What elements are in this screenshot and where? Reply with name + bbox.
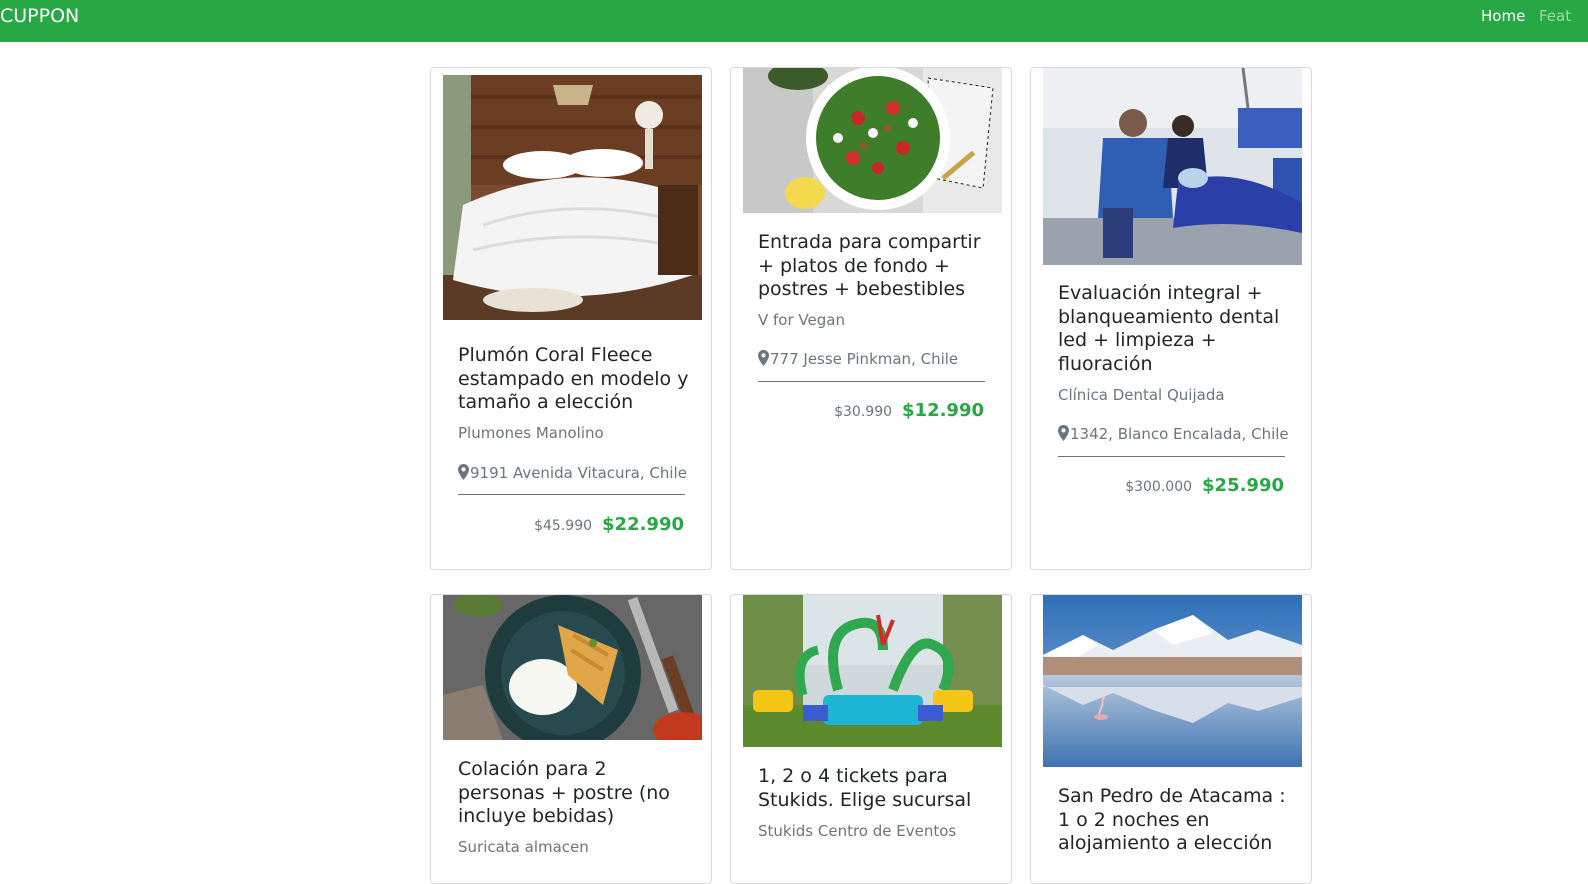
brand-logo[interactable]: CUPPON [0,4,79,28]
deal-title[interactable]: San Pedro de Atacama : 1 o 2 noches en a… [1058,785,1290,856]
price-row: $30.990 $12.990 [834,400,984,421]
deal-merchant: Plumones Manolino [458,424,604,442]
deal-location-text: 777 Jesse Pinkman, Chile [770,350,959,368]
deal-image-atacama[interactable] [1043,595,1302,767]
deal-price: $22.990 [602,514,684,535]
deal-location: 777 Jesse Pinkman, Chile [758,349,958,369]
deal-image-bed[interactable] [443,75,702,320]
deal-title[interactable]: Evaluación integral + blanqueamiento den… [1058,282,1290,376]
deal-location-text: 1342, Blanco Encalada, Chile [1070,425,1289,443]
deal-image-salad[interactable] [743,68,1002,213]
deal-image-dental[interactable] [1043,68,1302,265]
deal-title[interactable]: Plumón Coral Fleece estampado en modelo … [458,344,690,415]
nav-link-features[interactable]: Feat [1539,6,1571,26]
deal-card[interactable]: 1, 2 o 4 tickets para Stukids. Elige suc… [730,594,1012,884]
deal-title[interactable]: Entrada para compartir + platos de fondo… [758,231,990,302]
original-price: $300.000 [1125,479,1193,495]
original-price: $45.990 [534,518,593,534]
map-pin-icon [1058,425,1069,441]
price-row: $300.000 $25.990 [1125,475,1284,496]
deal-merchant: Clínica Dental Quijada [1058,386,1225,404]
deal-price: $12.990 [902,400,984,421]
deal-location: 1342, Blanco Encalada, Chile [1058,424,1289,444]
deal-card[interactable]: San Pedro de Atacama : 1 o 2 noches en a… [1030,594,1312,884]
deal-image-amusement-ride[interactable] [743,595,1002,747]
price-row: $45.990 $22.990 [534,514,684,535]
map-pin-icon [458,464,469,480]
deal-merchant: Stukids Centro de Eventos [758,822,957,840]
deal-location-text: 9191 Avenida Vitacura, Chile [470,464,687,482]
deal-merchant: Suricata almacen [458,838,589,856]
deal-title[interactable]: Colación para 2 personas + postre (no in… [458,758,690,829]
top-navbar: CUPPON Home Feat [0,0,1588,42]
card-divider [1058,456,1285,457]
deal-card[interactable]: Plumón Coral Fleece estampado en modelo … [430,67,712,570]
nav-link-home[interactable]: Home [1481,6,1525,26]
map-pin-icon [758,350,769,366]
deal-location: 9191 Avenida Vitacura, Chile [458,463,687,483]
deal-title[interactable]: 1, 2 o 4 tickets para Stukids. Elige suc… [758,765,990,812]
deal-image-chicken-rice[interactable] [443,595,702,740]
card-divider [458,494,685,495]
deal-merchant: V for Vegan [758,311,845,329]
original-price: $30.990 [834,404,893,420]
card-divider [758,381,985,382]
deal-price: $25.990 [1202,475,1284,496]
deal-card[interactable]: Entrada para compartir + platos de fondo… [730,67,1012,570]
deal-card[interactable]: Colación para 2 personas + postre (no in… [430,594,712,884]
deal-card[interactable]: Evaluación integral + blanqueamiento den… [1030,67,1312,570]
